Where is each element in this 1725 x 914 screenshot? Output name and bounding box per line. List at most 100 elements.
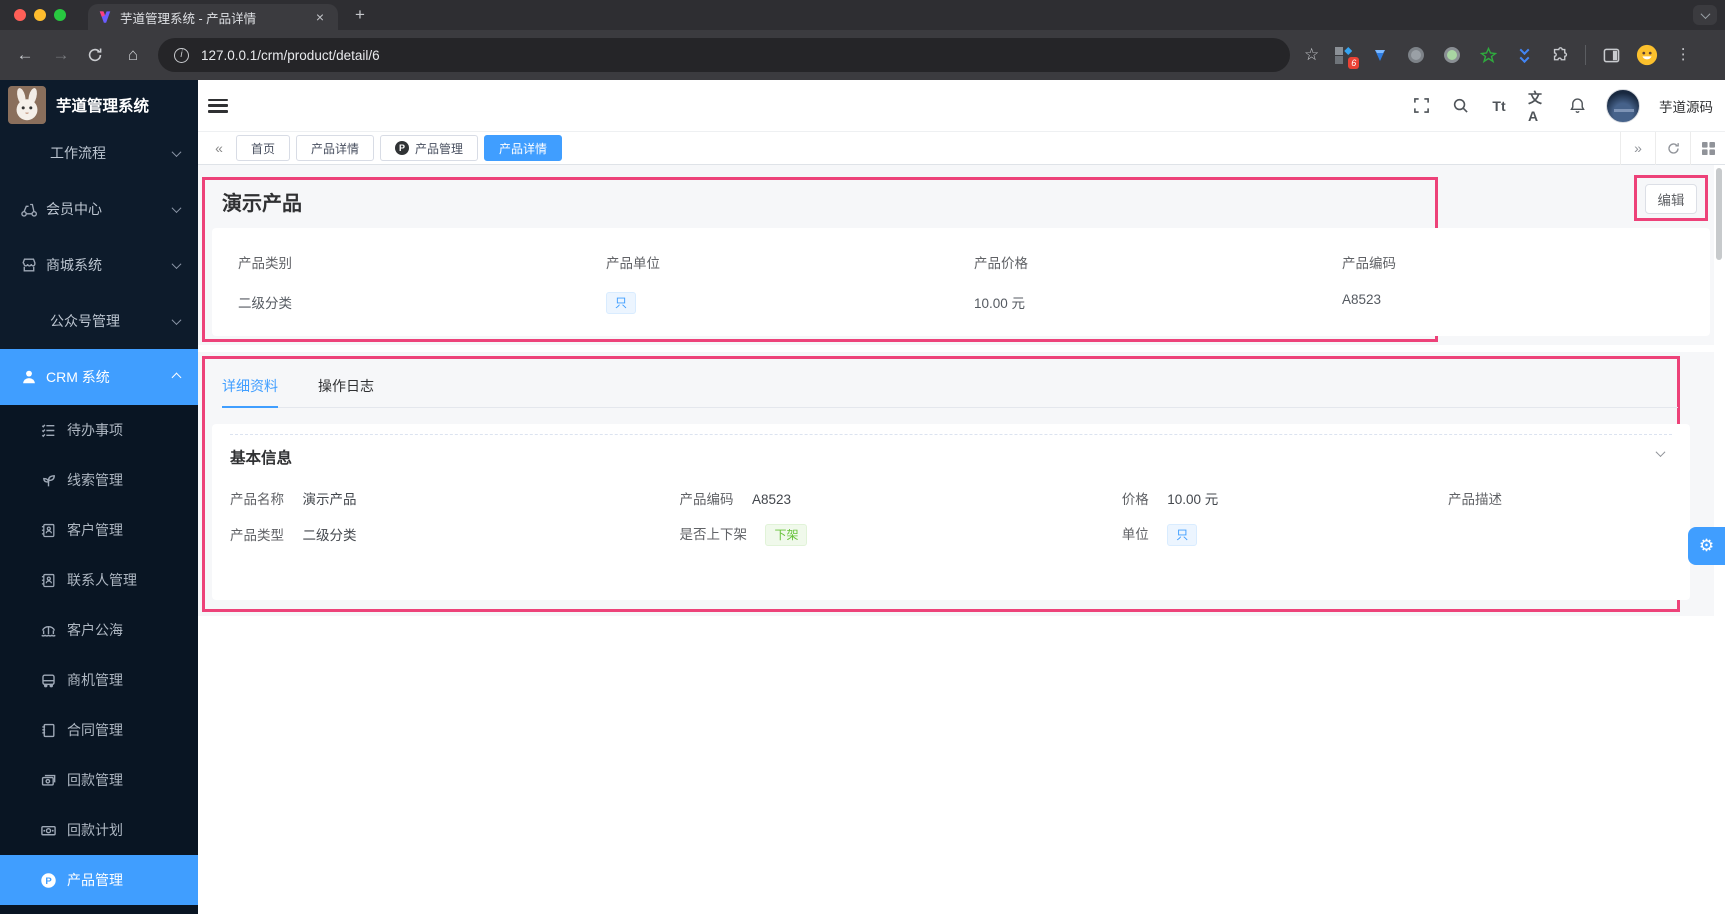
tab-operation-log[interactable]: 操作日志 [318, 366, 374, 408]
extension-gray-circle-icon[interactable] [1405, 44, 1427, 66]
sidebar-item-receivable-plan[interactable]: 回款计划 [0, 805, 198, 855]
field-value: A8523 [1342, 292, 1382, 307]
info-label: 单位 [1121, 526, 1149, 542]
home-icon[interactable]: ⌂ [122, 44, 144, 66]
address-bar[interactable]: i 127.0.0.1/crm/product/detail/6 [158, 38, 1290, 72]
bookmark-star-icon[interactable]: ☆ [1304, 45, 1319, 65]
info-cell-name: 产品名称 演示产品 [230, 488, 680, 509]
info-cell-price: 价格 10.00 元 [1122, 488, 1448, 509]
toolbar-divider [1585, 45, 1587, 65]
reload-icon[interactable] [86, 46, 108, 64]
sidebar-item-mall-system[interactable]: 商城系统 [0, 237, 198, 293]
field-label: 产品类别 [238, 256, 292, 271]
app-header: Tt 文A 芋道源码 [198, 80, 1725, 132]
browser-profile-avatar[interactable] [1636, 44, 1658, 66]
info-label: 产品类型 [230, 527, 284, 543]
detail-tabs: 详细资料 操作日志 [222, 366, 1678, 408]
sidebar-item-label: 公众号管理 [50, 313, 120, 329]
side-panel-icon[interactable] [1600, 44, 1622, 66]
tag-label: 产品详情 [499, 141, 548, 156]
sidebar-item-receivables[interactable]: 回款管理 [0, 755, 198, 805]
scooter-icon [20, 200, 38, 218]
back-icon[interactable]: ← [14, 44, 36, 66]
basic-info-panel: 基本信息 产品名称 演示产品 产品编码 A8523 价格 10.00 元 产品描… [212, 424, 1690, 600]
tags-list: 首页 产品详情 P 产品管理 产品详情 [236, 135, 563, 161]
section-title: 基本信息 [230, 450, 293, 467]
tab-search-button[interactable] [1693, 5, 1717, 25]
field-unit: 产品单位 只 [606, 252, 974, 336]
sidebar-item-product[interactable]: P 产品管理 [0, 855, 198, 905]
search-icon[interactable] [1450, 96, 1470, 116]
info-cell-description: 产品描述 [1448, 488, 1680, 509]
sidebar-item-todo[interactable]: 待办事项 [0, 405, 198, 455]
sidebar-item-leads[interactable]: 线索管理 [0, 455, 198, 505]
sidebar-item-business[interactable]: 商机管理 [0, 655, 198, 705]
tag-product-detail-active[interactable]: 产品详情 [484, 135, 563, 161]
scrollbar-thumb[interactable] [1716, 168, 1722, 260]
extension-green-star-icon[interactable] [1477, 44, 1499, 66]
tag-home[interactable]: 首页 [236, 135, 291, 161]
sidebar-item-label: 线索管理 [67, 472, 123, 488]
sidebar-item-customers[interactable]: 客户管理 [0, 505, 198, 555]
screen: 芋道管理系统 - 产品详情 × + ← → ⌂ i 127.0.0.1/crm/… [0, 0, 1725, 914]
user-avatar[interactable] [1606, 88, 1640, 123]
bus-icon [40, 672, 57, 689]
product-p-icon: P [395, 141, 410, 155]
sidebar-item-workflow[interactable]: 工作流程 [0, 125, 198, 181]
extension-grid-icon[interactable]: 6 [1333, 44, 1360, 69]
tag-product-detail-1[interactable]: 产品详情 [296, 135, 375, 161]
sidebar-item-public-sea[interactable]: 客户公海 [0, 605, 198, 655]
sidebar-item-label: 客户公海 [67, 622, 123, 638]
tag-product-management[interactable]: P 产品管理 [380, 135, 479, 161]
url-text: 127.0.0.1/crm/product/detail/6 [201, 47, 380, 63]
tags-scroll-left-icon[interactable]: « [206, 140, 232, 156]
info-label: 产品名称 [230, 491, 284, 507]
collapse-sidebar-icon[interactable] [208, 98, 228, 113]
sidebar-item-contacts[interactable]: 联系人管理 [0, 555, 198, 605]
unit-tag: 只 [1167, 523, 1198, 546]
basic-info-rows: 产品名称 演示产品 产品编码 A8523 价格 10.00 元 产品描述 产品类… [230, 480, 1680, 552]
chevron-down-icon [171, 314, 182, 325]
minimize-window-button[interactable] [34, 9, 46, 21]
tags-scroll-right-icon[interactable]: » [1620, 131, 1655, 165]
brand: 芋道管理系统 [0, 80, 198, 130]
sidebar-menu: 工作流程 会员中心 商城系统 公众号管理 CRM 系统 [0, 125, 198, 405]
extensions-puzzle-icon[interactable] [1549, 44, 1571, 66]
sidebar-item-official-account[interactable]: 公众号管理 [0, 293, 198, 349]
unit-tag: 只 [606, 292, 637, 314]
settings-gear-button[interactable]: ⚙ [1688, 527, 1725, 565]
extension-double-chevron-icon[interactable] [1513, 44, 1535, 66]
fullscreen-icon[interactable] [1411, 96, 1431, 116]
info-label: 价格 [1121, 491, 1149, 507]
tab-close-icon[interactable]: × [312, 9, 328, 25]
edit-button[interactable]: 编辑 [1645, 184, 1697, 214]
app-logo [8, 86, 46, 124]
browser-menu-icon[interactable]: ⋮ [1672, 44, 1694, 66]
user-name[interactable]: 芋道源码 [1659, 96, 1713, 116]
header-actions: Tt 文A 芋道源码 [1411, 88, 1713, 124]
extension-gem-icon[interactable] [1369, 44, 1391, 66]
tags-menu-grid-icon[interactable] [1690, 131, 1725, 165]
brand-name: 芋道管理系统 [56, 98, 150, 115]
new-tab-button[interactable]: + [348, 3, 372, 27]
sidebar-item-label: 会员中心 [46, 201, 102, 217]
tab-detail-info[interactable]: 详细资料 [222, 366, 278, 408]
fullscreen-window-button[interactable] [54, 9, 66, 21]
close-window-button[interactable] [14, 9, 26, 21]
extension-green-circle-icon[interactable] [1441, 44, 1463, 66]
chevron-down-icon [171, 146, 182, 157]
sidebar-item-contract[interactable]: 合同管理 [0, 705, 198, 755]
sidebar-item-member-center[interactable]: 会员中心 [0, 181, 198, 237]
language-icon[interactable]: 文A [1528, 90, 1548, 124]
contract-notebook-icon [40, 722, 57, 739]
forward-icon[interactable]: → [50, 44, 72, 66]
sidebar-item-label: 客户管理 [67, 522, 123, 538]
field-label: 产品编码 [1342, 256, 1396, 271]
sidebar-item-crm-system[interactable]: CRM 系统 [0, 349, 198, 405]
notification-bell-icon[interactable] [1567, 96, 1587, 116]
browser-tab[interactable]: 芋道管理系统 - 产品详情 × [88, 4, 338, 30]
font-size-icon[interactable]: Tt [1489, 96, 1509, 116]
refresh-icon[interactable] [1655, 131, 1690, 165]
site-info-icon[interactable]: i [174, 47, 189, 63]
collapse-chevron-icon[interactable] [1655, 447, 1666, 458]
